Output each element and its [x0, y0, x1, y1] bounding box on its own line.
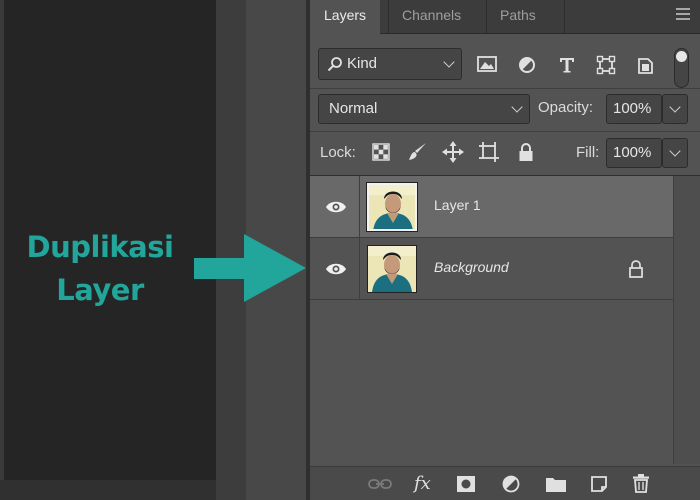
panel-menu-icon[interactable]	[676, 8, 690, 20]
blend-mode-select[interactable]: Normal	[318, 94, 530, 124]
annotation-arrow-icon	[194, 234, 306, 302]
layer-visibility-toggle[interactable]	[310, 238, 360, 300]
canvas-status-bar	[0, 480, 216, 500]
opacity-dropdown-button[interactable]	[662, 94, 688, 124]
filter-toggle-icon[interactable]	[674, 48, 689, 88]
blend-mode-value: Normal	[329, 100, 378, 117]
layer-name[interactable]: Background	[434, 259, 509, 275]
fill-value: 100%	[613, 144, 652, 161]
row-separator	[310, 88, 700, 89]
chevron-down-icon	[511, 101, 523, 113]
tab-layers[interactable]: Layers	[310, 0, 381, 35]
delete-layer-icon[interactable]	[632, 473, 650, 493]
layer-thumbnail	[366, 182, 418, 232]
fill-dropdown-button[interactable]	[662, 138, 688, 168]
new-group-icon[interactable]	[545, 475, 567, 493]
link-layers-icon[interactable]	[368, 477, 392, 491]
layers-panel: Layers Channels Paths Kind Normal Opacit…	[310, 0, 700, 500]
chevron-down-icon	[443, 56, 455, 68]
portrait-thumbnail	[368, 246, 416, 292]
tab-paths[interactable]: Paths	[486, 0, 550, 34]
layer-thumbnail	[367, 245, 417, 293]
tab-channels[interactable]: Channels	[388, 0, 475, 34]
new-adjustment-icon[interactable]	[502, 475, 520, 493]
canvas-edge	[0, 0, 4, 500]
layers-list-empty-area	[310, 300, 673, 464]
layer-visibility-toggle[interactable]	[310, 176, 360, 238]
eye-icon	[326, 201, 346, 213]
chevron-down-icon	[669, 145, 681, 157]
portrait-thumbnail	[369, 185, 415, 229]
filter-kind-select[interactable]: Kind	[318, 48, 462, 80]
search-icon	[327, 57, 342, 72]
fill-label: Fill:	[576, 144, 600, 161]
new-layer-icon[interactable]	[590, 475, 608, 493]
eye-icon	[326, 263, 346, 275]
image-filter-icon[interactable]	[477, 55, 497, 73]
layer-name[interactable]: Layer 1	[434, 197, 481, 213]
annotation-line-1: Duplikasi	[26, 230, 174, 264]
layer-row-background[interactable]: Background	[310, 238, 673, 300]
lock-transparent-pixels-icon[interactable]	[372, 143, 390, 161]
add-mask-icon[interactable]	[456, 475, 476, 493]
opacity-input[interactable]: 100%	[606, 94, 662, 124]
lock-label: Lock:	[320, 144, 356, 161]
panel-tab-bar: Layers Channels Paths	[310, 0, 700, 35]
annotation-text: Duplikasi Layer	[20, 226, 180, 312]
layers-scrollbar[interactable]	[673, 176, 700, 464]
lock-artboard-icon[interactable]	[478, 141, 500, 163]
opacity-value: 100%	[613, 100, 652, 117]
type-filter-icon[interactable]	[558, 56, 576, 74]
annotation-line-2: Layer	[56, 273, 144, 307]
opacity-label: Opacity:	[538, 99, 594, 116]
filter-kind-label: Kind	[347, 55, 378, 72]
layer-lock-icon	[629, 260, 643, 278]
shape-filter-icon[interactable]	[596, 55, 616, 75]
lock-position-icon[interactable]	[442, 141, 464, 163]
fx-icon[interactable]: fx	[414, 473, 431, 494]
smart-object-filter-icon[interactable]	[636, 55, 654, 75]
chevron-down-icon	[669, 101, 681, 113]
lock-image-pixels-icon[interactable]	[408, 142, 428, 162]
layers-bottom-toolbar: fx	[310, 466, 700, 500]
fill-input[interactable]: 100%	[606, 138, 662, 168]
lock-all-icon[interactable]	[517, 142, 535, 162]
layer-row-layer-1[interactable]: Layer 1	[310, 176, 673, 238]
tab-separator	[564, 0, 565, 34]
adjustment-filter-icon[interactable]	[518, 56, 536, 74]
row-separator	[310, 131, 700, 132]
